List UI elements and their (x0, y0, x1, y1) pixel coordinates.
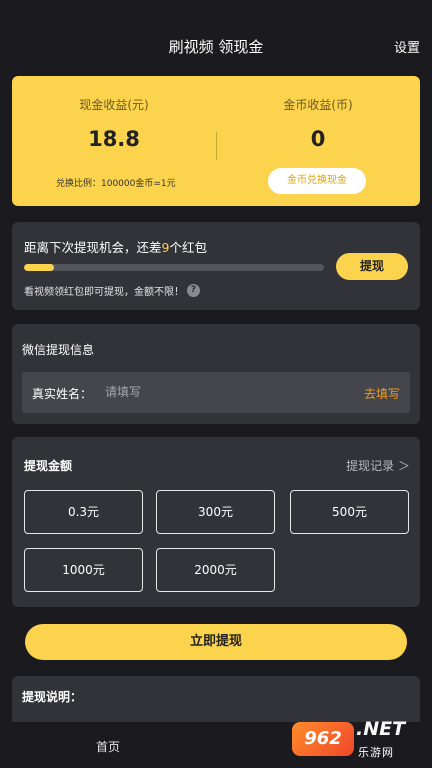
exchange-ratio-text: 兑换比例：100000金币=1元 (56, 179, 176, 189)
amount-option[interactable]: 500元 (290, 490, 409, 534)
earnings-card: 现金收益(元) 18.8 金币收益(币) 0 兑换比例：100000金币=1元 … (12, 76, 420, 206)
progress-title-suffix: 个红包 (169, 240, 207, 255)
progress-title: 距离下次提现机会，还差9个红包 (24, 237, 207, 256)
nav-home[interactable]: 首页 (96, 738, 120, 755)
withdraw-small-button[interactable]: 提现 (336, 253, 408, 280)
real-name-row: 真实姓名： 去填写 (22, 372, 410, 413)
cash-earnings-value: 18.8 (88, 127, 140, 151)
coin-earnings-label: 金币收益(币) (283, 98, 353, 112)
progress-bar (24, 264, 324, 271)
withdraw-page: 刷视频 领现金 设置 现金收益(元) 18.8 金币收益(币) 0 兑换比例：1… (0, 0, 432, 768)
wechat-info-title: 微信提现信息 (22, 343, 95, 357)
watermark-net: .NET (356, 718, 406, 740)
progress-tip: 看视频领红包即可提现，金额不限！ ? (24, 283, 200, 298)
withdraw-amount-title: 提现金额 (24, 459, 73, 473)
amount-option[interactable]: 300元 (156, 490, 275, 534)
progress-tip-text: 看视频领红包即可提现，金额不限！ (24, 287, 184, 298)
withdraw-amount-card: 提现金额 提现记录 ＞ 0.3元 300元 500元 1000元 2000元 (12, 437, 420, 607)
fill-in-link[interactable]: 去填写 (364, 385, 400, 402)
withdraw-record-link[interactable]: 提现记录 ＞ (346, 457, 410, 474)
wechat-info-card: 微信提现信息 真实姓名： 去填写 (12, 324, 420, 424)
amount-option[interactable]: 0.3元 (24, 490, 143, 534)
withdraw-notes-title: 提现说明： (22, 690, 83, 704)
watermark-site-name: 乐游网 (358, 746, 394, 759)
page-title: 刷视频 领现金 (168, 38, 264, 56)
exchange-coins-button[interactable]: 金币兑换现金 (268, 168, 366, 194)
real-name-label: 真实姓名： (32, 387, 93, 401)
settings-button[interactable]: 设置 (394, 37, 420, 56)
coin-earnings-value: 0 (310, 127, 326, 151)
real-name-input[interactable] (105, 381, 285, 403)
help-icon[interactable]: ? (187, 284, 200, 297)
cash-earnings-label: 现金收益(元) (79, 98, 149, 112)
progress-title-prefix: 距离下次提现机会，还差 (24, 240, 162, 255)
amount-option[interactable]: 2000元 (156, 548, 275, 592)
header: 刷视频 领现金 设置 (0, 28, 432, 62)
watermark-badge: 962 (292, 722, 354, 756)
amount-option[interactable]: 1000元 (24, 548, 143, 592)
withdraw-progress-card: 距离下次提现机会，还差9个红包 提现 看视频领红包即可提现，金额不限！ ? (12, 222, 420, 310)
progress-bar-fill (24, 264, 54, 271)
withdraw-now-button[interactable]: 立即提现 (25, 624, 407, 660)
site-watermark-logo: 962 .NET 乐游网 (292, 716, 426, 764)
cash-earnings: 现金收益(元) 18.8 (12, 76, 216, 151)
coin-earnings: 金币收益(币) 0 (216, 76, 420, 151)
